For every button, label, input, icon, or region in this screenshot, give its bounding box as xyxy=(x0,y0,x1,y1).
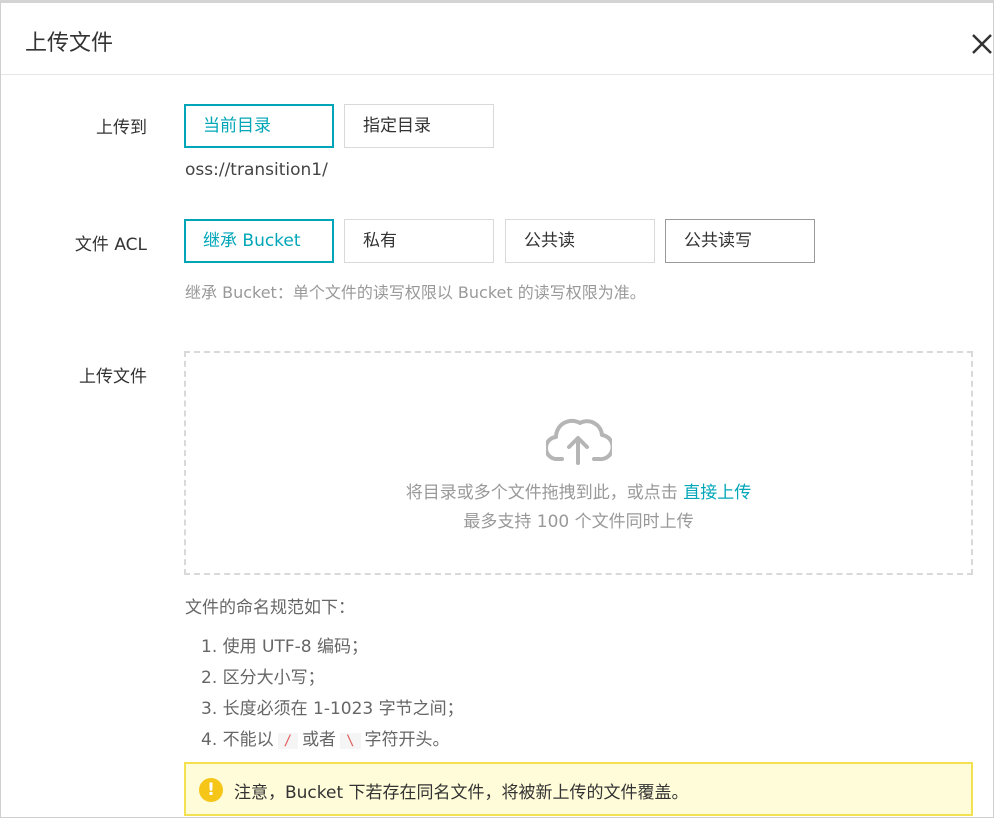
rule4-mid: 或者 xyxy=(302,730,337,750)
rule4-prefix: 4. 不能以 xyxy=(201,730,274,750)
upload-file-label: 上传文件 xyxy=(79,367,147,387)
acl-public-read-button[interactable]: 公共读 xyxy=(505,219,655,263)
specified-directory-button[interactable]: 指定目录 xyxy=(344,104,494,148)
acl-private-button[interactable]: 私有 xyxy=(344,219,494,263)
drop-instructions: 将目录或多个文件拖拽到此，或点击 直接上传 xyxy=(186,478,971,503)
dialog-header: 上传文件 xyxy=(1,3,993,75)
slash-code: / xyxy=(277,733,299,749)
file-dropzone[interactable]: 将目录或多个文件拖拽到此，或点击 直接上传 最多支持 100 个文件同时上传 xyxy=(184,351,973,575)
naming-rule-1: 1. 使用 UTF-8 编码； xyxy=(201,637,368,657)
upload-dialog: 上传文件 上传到 当前目录 指定目录 oss://transition1/ 文件… xyxy=(0,0,994,818)
acl-hint: 继承 Bucket：单个文件的读写权限以 Bucket 的读写权限为准。 xyxy=(185,283,646,302)
rule4-suffix: 字符开头。 xyxy=(364,730,450,750)
naming-rule-4: 4. 不能以 / 或者 \ 字符开头。 xyxy=(201,725,450,750)
acl-public-read-write-button[interactable]: 公共读写 xyxy=(665,219,815,263)
dialog-title: 上传文件 xyxy=(25,31,114,56)
warning-text: 注意，Bucket 下若存在同名文件，将被新上传的文件覆盖。 xyxy=(234,783,689,803)
upload-to-label: 上传到 xyxy=(96,118,147,138)
direct-upload-link[interactable]: 直接上传 xyxy=(683,483,751,503)
cloud-upload-icon xyxy=(543,415,615,465)
acl-label: 文件 ACL xyxy=(74,235,147,255)
acl-inherit-bucket-button[interactable]: 继承 Bucket xyxy=(184,219,334,263)
backslash-code: \ xyxy=(340,733,361,749)
overwrite-warning: ! 注意，Bucket 下若存在同名文件，将被新上传的文件覆盖。 xyxy=(184,762,973,816)
naming-rule-3: 3. 长度必须在 1-1023 字节之间； xyxy=(201,699,464,719)
close-icon[interactable] xyxy=(969,29,994,59)
naming-rules-title: 文件的命名规范如下： xyxy=(185,598,355,618)
upload-path: oss://transition1/ xyxy=(185,160,328,180)
drop-limit-text: 最多支持 100 个文件同时上传 xyxy=(463,512,694,532)
current-directory-button[interactable]: 当前目录 xyxy=(184,104,334,148)
warning-icon: ! xyxy=(199,778,223,802)
naming-rule-2: 2. 区分大小写； xyxy=(201,668,325,688)
drop-text: 将目录或多个文件拖拽到此，或点击 xyxy=(405,483,678,503)
